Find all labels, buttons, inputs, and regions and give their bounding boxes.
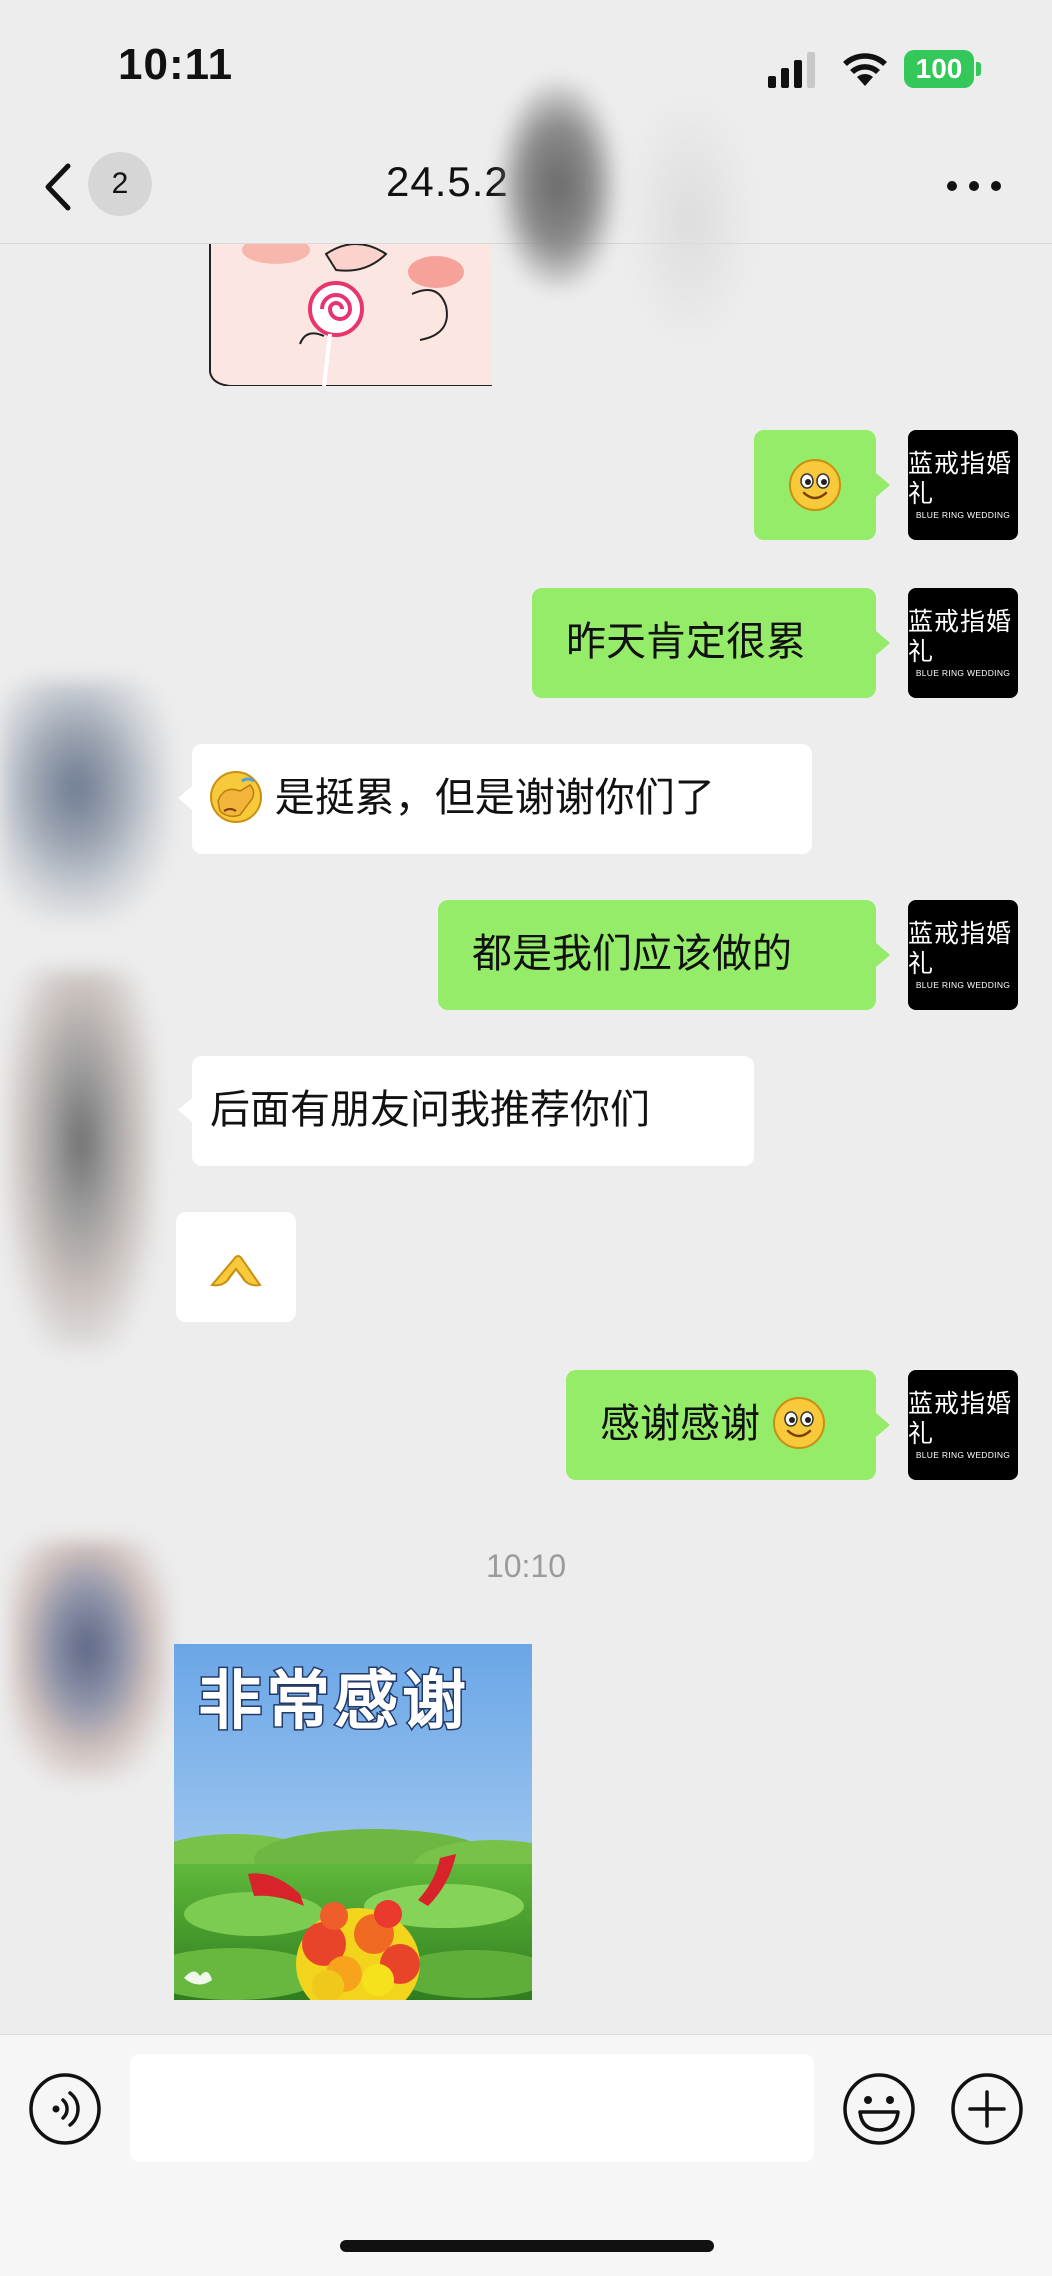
home-indicator[interactable] — [340, 2240, 714, 2252]
avatar-brand-cn: 蓝戒指婚礼 — [908, 449, 1013, 508]
battery-indicator: 100 — [904, 50, 974, 88]
bubble-tail — [876, 1413, 890, 1437]
message-bubble-outgoing[interactable] — [754, 430, 876, 540]
bubble-tail — [178, 1098, 192, 1122]
contact-avatar-blurred[interactable] — [10, 1540, 170, 1780]
sticker-caption: 非常感谢 — [197, 1664, 470, 1741]
message-bubble-outgoing[interactable]: 感谢感谢 — [566, 1370, 876, 1480]
status-time: 10:11 — [118, 40, 234, 89]
my-avatar[interactable]: 蓝戒指婚礼 BLUE RING WEDDING — [908, 1370, 1018, 1480]
back-chevron-icon[interactable] — [40, 160, 80, 214]
redaction-blur — [498, 80, 618, 290]
wifi-icon — [843, 53, 887, 86]
avatar-brand-cn: 蓝戒指婚礼 — [908, 919, 1013, 978]
bubble-tail — [876, 943, 890, 967]
thank-you-sticker[interactable]: 非常感谢 — [174, 1644, 532, 2000]
bubble-tail — [876, 473, 890, 497]
contact-avatar-blurred[interactable] — [0, 680, 170, 920]
smile-emoji-icon — [789, 459, 841, 511]
message-bubble-incoming[interactable] — [176, 1212, 296, 1322]
message-text: 是挺累，但是谢谢你们了 — [274, 775, 715, 821]
message-text: 昨天肯定很累 — [566, 619, 806, 665]
more-options-icon[interactable] — [946, 180, 1002, 192]
avatar-brand-cn: 蓝戒指婚礼 — [908, 1389, 1013, 1448]
my-avatar[interactable]: 蓝戒指婚礼 BLUE RING WEDDING — [908, 430, 1018, 540]
bubble-tail — [876, 631, 890, 655]
message-text: 都是我们应该做的 — [472, 931, 792, 977]
chat-title: 24.5.2 — [386, 158, 509, 205]
message-bubble-incoming[interactable]: 是挺累，但是谢谢你们了 — [192, 744, 812, 854]
message-bubble-outgoing[interactable]: 都是我们应该做的 — [438, 900, 876, 1010]
avatar-brand-en: BLUE RING WEDDING — [915, 668, 1011, 678]
my-avatar[interactable]: 蓝戒指婚礼 BLUE RING WEDDING — [908, 900, 1018, 1010]
message-bubble-incoming[interactable]: 后面有朋友问我推荐你们 — [192, 1056, 754, 1166]
bubble-tail — [178, 786, 192, 810]
smile-emoji-icon — [772, 1397, 825, 1449]
unread-count-badge[interactable]: 2 — [88, 152, 152, 216]
avatar-brand-en: BLUE RING WEDDING — [915, 980, 1011, 990]
thanks-hands-emoji-icon — [210, 1255, 262, 1287]
battery-nub — [976, 62, 981, 76]
voice-input-icon[interactable] — [28, 2072, 102, 2146]
pig-sticker[interactable] — [206, 244, 494, 386]
message-input[interactable] — [130, 2054, 814, 2162]
add-attachment-icon[interactable] — [950, 2072, 1024, 2146]
cellular-signal-icon — [768, 52, 815, 88]
my-avatar[interactable]: 蓝戒指婚礼 BLUE RING WEDDING — [908, 588, 1018, 698]
avatar-brand-cn: 蓝戒指婚礼 — [908, 607, 1013, 666]
avatar-brand-en: BLUE RING WEDDING — [915, 1450, 1011, 1460]
message-text: 感谢感谢 — [600, 1401, 760, 1447]
message-bubble-outgoing[interactable]: 昨天肯定很累 — [532, 588, 876, 698]
avatar-brand-en: BLUE RING WEDDING — [915, 510, 1011, 520]
facepalm-emoji-icon — [210, 771, 262, 823]
message-text: 后面有朋友问我推荐你们 — [210, 1087, 650, 1133]
redaction-blur — [630, 100, 750, 340]
contact-avatar-blurred[interactable] — [6, 970, 156, 1350]
emoji-picker-icon[interactable] — [842, 2072, 916, 2146]
